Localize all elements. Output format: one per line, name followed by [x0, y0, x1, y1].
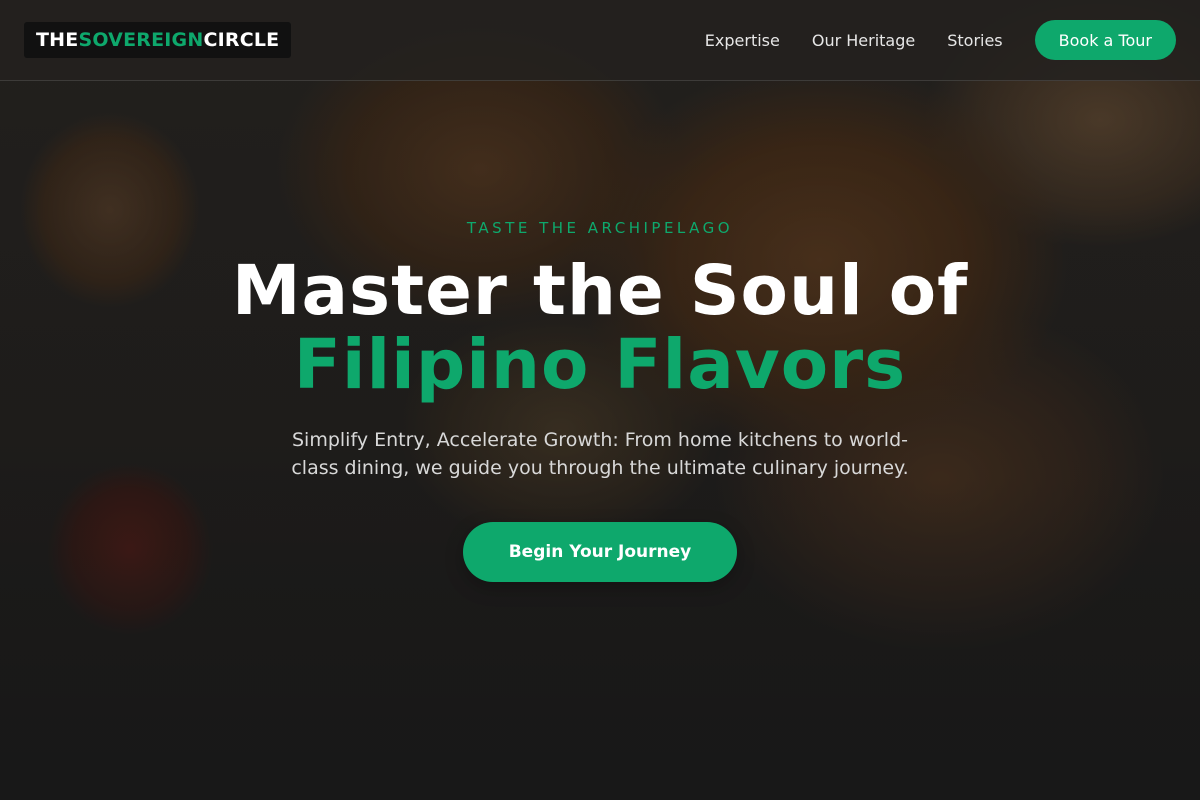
hero-headline: Master the Soul of Filipino Flavors: [0, 254, 1200, 402]
main-nav: Expertise Our Heritage Stories Book a To…: [705, 20, 1176, 60]
hero-eyebrow: TASTE THE ARCHIPELAGO: [466, 219, 734, 237]
hero-subtitle: Simplify Entry, Accelerate Growth: From …: [291, 429, 909, 479]
nav-link-our-heritage[interactable]: Our Heritage: [812, 31, 915, 50]
logo-text-main: THE: [36, 29, 79, 51]
site-header: THE SOVEREIGN CIRCLE Expertise Our Herit…: [0, 0, 1200, 81]
headline-line-1: Master the Soul of: [231, 251, 969, 331]
brand-logo[interactable]: THE SOVEREIGN CIRCLE: [24, 22, 292, 58]
headline-line-2: Filipino Flavors: [293, 325, 907, 405]
nav-link-expertise[interactable]: Expertise: [705, 31, 780, 50]
landing-page: THE SOVEREIGN CIRCLE Expertise Our Herit…: [0, 0, 1200, 800]
nav-link-stories[interactable]: Stories: [947, 31, 1002, 50]
logo-text-accent: SOVEREIGN: [78, 29, 204, 51]
begin-journey-button[interactable]: Begin Your Journey: [463, 522, 737, 582]
logo-text-tail: CIRCLE: [203, 29, 280, 51]
hero-section: TASTE THE ARCHIPELAGO Master the Soul of…: [0, 0, 1200, 800]
book-a-tour-button[interactable]: Book a Tour: [1034, 20, 1176, 60]
